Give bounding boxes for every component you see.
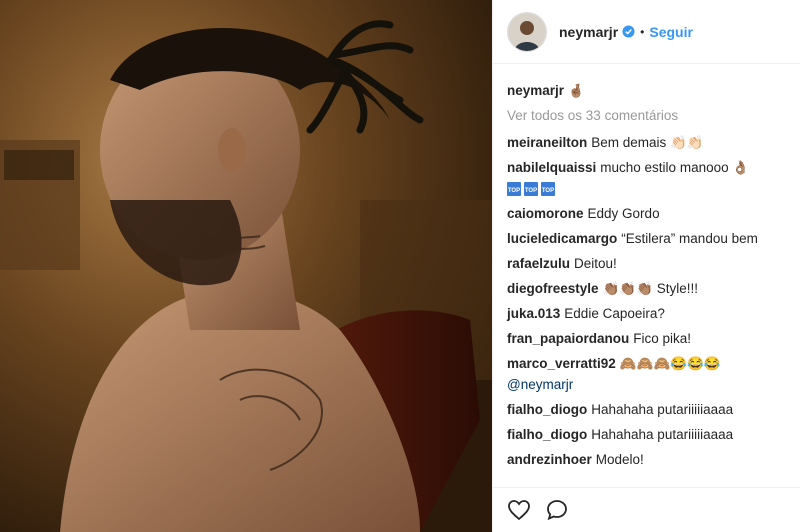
avatar-image xyxy=(508,12,546,51)
comment-button[interactable] xyxy=(545,498,569,522)
comment-text: Bem demais 👏🏻👏🏻 xyxy=(591,135,704,150)
comments-section: neymarjr 🤞🏽 Ver todos os 33 comentários m… xyxy=(493,64,800,470)
comment-text: Fico pika! xyxy=(633,331,692,346)
comment-username[interactable]: caiomorone xyxy=(507,206,584,221)
comment-username[interactable]: diegofreestyle xyxy=(507,281,599,296)
comment-text: Hahahaha putariiiiiaaaa xyxy=(591,402,734,417)
comment-item: fran_papaiordanou Fico pika! xyxy=(507,328,788,349)
comment-item: lucieledicamargo “Estilera” mandou bem xyxy=(507,228,788,249)
comment-text: Eddy Gordo xyxy=(587,206,660,221)
post-header: neymarjr • Seguir xyxy=(493,0,800,64)
post-photo[interactable] xyxy=(0,0,492,532)
verified-badge-icon xyxy=(622,25,635,38)
comment-item: diegofreestyle 👏🏽👏🏽👏🏽 Style!!! xyxy=(507,278,788,299)
comment-text: Hahahaha putariiiiiaaaa xyxy=(591,427,734,442)
comment-item: caiomorone Eddy Gordo xyxy=(507,203,788,224)
comment-username[interactable]: fialho_diogo xyxy=(507,402,587,417)
separator-dot: • xyxy=(640,24,645,39)
comment-text: 🙈🙈🙈😂😂😂 xyxy=(619,356,721,371)
comment-text: “Estilera” mandou bem xyxy=(621,231,758,246)
top-emoji: TOP xyxy=(507,182,521,197)
mention-link[interactable]: @neymarjr xyxy=(507,377,573,392)
like-button[interactable] xyxy=(507,498,531,522)
comment-item: andrezinhoer Modelo! xyxy=(507,449,788,470)
comment-item: marco_verratti92 🙈🙈🙈😂😂😂 @neymarjr xyxy=(507,353,788,395)
top-emoji: TOP xyxy=(524,182,538,197)
comment-text: mucho estilo manooo 👌🏽 xyxy=(600,160,750,175)
comment-item: fialho_diogo Hahahaha putariiiiiaaaa xyxy=(507,399,788,420)
post-actions-bar xyxy=(493,487,800,532)
comment-username[interactable]: marco_verratti92 xyxy=(507,356,616,371)
follow-button[interactable]: Seguir xyxy=(649,24,693,40)
heart-icon xyxy=(508,500,530,521)
comment-username[interactable]: lucieledicamargo xyxy=(507,231,617,246)
photo-illustration xyxy=(0,0,492,532)
comment-item: fialho_diogo Hahahaha putariiiiiaaaa xyxy=(507,424,788,445)
comment-text: Modelo! xyxy=(595,452,644,467)
comment-item: juka.013 Eddie Capoeira? xyxy=(507,303,788,324)
instagram-post: neymarjr • Seguir neymarjr 🤞🏽 Ver todos o… xyxy=(0,0,800,532)
comment-item: nabilelquaissi mucho estilo manooo 👌🏽 TOP… xyxy=(507,157,788,199)
comment-item: rafaelzulu Deitou! xyxy=(507,253,788,274)
comment-username[interactable]: rafaelzulu xyxy=(507,256,570,271)
comment-username[interactable]: meiraneilton xyxy=(507,135,587,150)
post-username[interactable]: neymarjr xyxy=(559,24,618,40)
avatar[interactable] xyxy=(507,11,547,52)
comment-username[interactable]: fialho_diogo xyxy=(507,427,587,442)
comment-username[interactable]: juka.013 xyxy=(507,306,560,321)
view-all-comments-link[interactable]: Ver todos os 33 comentários xyxy=(507,105,788,126)
comment-text: Eddie Capoeira? xyxy=(564,306,665,321)
comment-item: meiraneilton Bem demais 👏🏻👏🏻 xyxy=(507,132,788,153)
top-emoji-group: TOP TOP TOP xyxy=(507,182,555,197)
top-emoji: TOP xyxy=(541,182,555,197)
comment-username[interactable]: fran_papaiordanou xyxy=(507,331,629,346)
caption-text: 🤞🏽 xyxy=(568,83,585,98)
comment-text: 👏🏽👏🏽👏🏽 Style!!! xyxy=(602,281,698,296)
post-caption: neymarjr 🤞🏽 xyxy=(507,80,788,101)
caption-username[interactable]: neymarjr xyxy=(507,83,564,98)
comment-username[interactable]: andrezinhoer xyxy=(507,452,592,467)
comment-username[interactable]: nabilelquaissi xyxy=(507,160,596,175)
comment-text: Deitou! xyxy=(574,256,617,271)
comment-bubble-icon xyxy=(547,500,567,521)
post-side-panel: neymarjr • Seguir neymarjr 🤞🏽 Ver todos o… xyxy=(492,0,800,532)
